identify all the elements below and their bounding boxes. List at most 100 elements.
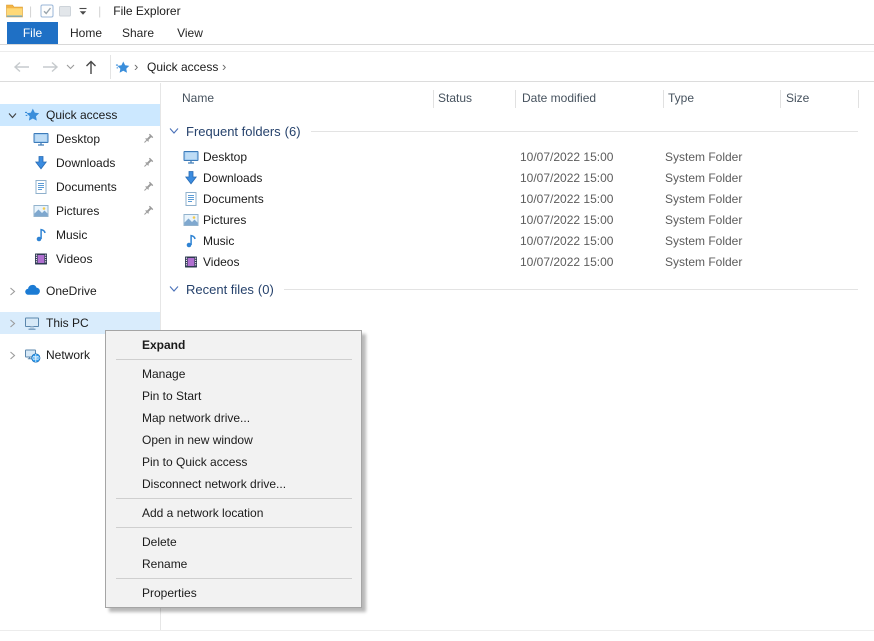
- sidebar-item-label: Pictures: [56, 204, 99, 218]
- forward-arrow-icon[interactable]: [38, 52, 62, 82]
- up-arrow-icon[interactable]: [80, 52, 102, 82]
- pin-icon: [142, 181, 154, 193]
- file-row-documents[interactable]: Documents 10/07/2022 15:00 System Folder: [161, 189, 874, 210]
- back-arrow-icon[interactable]: [10, 52, 34, 82]
- file-name: Music: [203, 231, 234, 252]
- chevron-down-icon[interactable]: [8, 111, 18, 120]
- column-header-name[interactable]: Name: [182, 83, 214, 114]
- column-header-status[interactable]: Status: [438, 83, 472, 114]
- group-header-rule: [284, 289, 858, 290]
- column-header-date-modified[interactable]: Date modified: [522, 83, 596, 114]
- group-header-recent-files[interactable]: Recent files (0): [161, 280, 874, 298]
- menu-item-pin-to-quick-access[interactable]: Pin to Quick access: [106, 451, 361, 473]
- sidebar-item-videos[interactable]: Videos: [0, 248, 160, 270]
- videos-icon: [183, 254, 199, 270]
- sidebar-item-documents[interactable]: Documents: [0, 176, 160, 198]
- menu-separator: [116, 527, 352, 528]
- column-divider[interactable]: [663, 90, 664, 108]
- file-row-pictures[interactable]: Pictures 10/07/2022 15:00 System Folder: [161, 210, 874, 231]
- menu-separator: [116, 578, 352, 579]
- chevron-down-icon[interactable]: [169, 127, 179, 135]
- file-type: System Folder: [665, 231, 742, 252]
- file-name: Videos: [203, 252, 239, 273]
- column-divider[interactable]: [858, 90, 859, 108]
- file-name: Downloads: [203, 168, 262, 189]
- sidebar-item-desktop[interactable]: Desktop: [0, 128, 160, 150]
- recent-locations-chevron-icon[interactable]: [62, 52, 78, 82]
- pin-icon: [142, 133, 154, 145]
- sidebar-item-pictures[interactable]: Pictures: [0, 200, 160, 222]
- file-date-modified: 10/07/2022 15:00: [520, 252, 613, 273]
- menu-item-pin-to-start[interactable]: Pin to Start: [106, 385, 361, 407]
- group-header-label: Recent files: [186, 282, 254, 297]
- menu-separator: [116, 359, 352, 360]
- properties-check-icon[interactable]: [38, 2, 56, 20]
- file-row-desktop[interactable]: Desktop 10/07/2022 15:00 System Folder: [161, 147, 874, 168]
- column-divider[interactable]: [780, 90, 781, 108]
- sidebar-item-label: This PC: [46, 316, 89, 330]
- downloads-icon: [33, 155, 49, 171]
- menu-item-delete[interactable]: Delete: [106, 531, 361, 553]
- sidebar-item-label: Quick access: [46, 108, 117, 122]
- music-icon: [183, 233, 199, 249]
- file-date-modified: 10/07/2022 15:00: [520, 168, 613, 189]
- menu-item-open-in-new-window[interactable]: Open in new window: [106, 429, 361, 451]
- breadcrumb-chevron-icon[interactable]: ›: [222, 52, 226, 82]
- chevron-right-icon[interactable]: [8, 351, 18, 360]
- tab-view[interactable]: View: [166, 22, 214, 44]
- chevron-right-icon[interactable]: [8, 287, 18, 296]
- file-row-music[interactable]: Music 10/07/2022 15:00 System Folder: [161, 231, 874, 252]
- group-header-rule: [311, 131, 858, 132]
- pin-icon: [142, 157, 154, 169]
- chevron-right-icon[interactable]: [8, 319, 18, 328]
- downloads-icon: [183, 170, 199, 186]
- file-date-modified: 10/07/2022 15:00: [520, 147, 613, 168]
- menu-item-rename[interactable]: Rename: [106, 553, 361, 575]
- music-icon: [33, 227, 49, 243]
- videos-icon: [33, 251, 49, 267]
- column-divider[interactable]: [515, 90, 516, 108]
- qat-customize-dropdown-icon[interactable]: [74, 2, 92, 20]
- file-name: Documents: [203, 189, 264, 210]
- sidebar-item-label: Desktop: [56, 132, 100, 146]
- file-name: Desktop: [203, 147, 247, 168]
- file-type: System Folder: [665, 189, 742, 210]
- file-row-videos[interactable]: Videos 10/07/2022 15:00 System Folder: [161, 252, 874, 273]
- menu-item-manage[interactable]: Manage: [106, 363, 361, 385]
- column-header-size[interactable]: Size: [786, 83, 809, 114]
- sidebar-item-music[interactable]: Music: [0, 224, 160, 246]
- file-type: System Folder: [665, 252, 742, 273]
- menu-item-properties[interactable]: Properties: [106, 582, 361, 604]
- menu-item-add-network-location[interactable]: Add a network location: [106, 502, 361, 524]
- chevron-down-icon[interactable]: [169, 285, 179, 293]
- sidebar-item-downloads[interactable]: Downloads: [0, 152, 160, 174]
- sidebar-item-label: Videos: [56, 252, 92, 266]
- column-divider[interactable]: [433, 90, 434, 108]
- tab-home[interactable]: Home: [62, 22, 110, 44]
- documents-icon: [183, 191, 199, 207]
- sidebar-item-onedrive[interactable]: OneDrive: [0, 280, 160, 302]
- menu-item-expand[interactable]: Expand: [106, 334, 361, 356]
- network-icon: [24, 347, 41, 363]
- separator: |: [98, 4, 101, 18]
- menu-item-map-network-drive[interactable]: Map network drive...: [106, 407, 361, 429]
- menu-item-disconnect-network-drive[interactable]: Disconnect network drive...: [106, 473, 361, 495]
- tab-file[interactable]: File: [7, 22, 58, 44]
- file-row-downloads[interactable]: Downloads 10/07/2022 15:00 System Folder: [161, 168, 874, 189]
- group-header-frequent-folders[interactable]: Frequent folders (6): [161, 122, 874, 140]
- statusbar-top-border: [0, 630, 874, 631]
- sidebar-item-quick-access[interactable]: Quick access: [0, 104, 160, 126]
- breadcrumb-chevron-icon[interactable]: ›: [134, 52, 138, 82]
- quick-access-star-icon: [24, 107, 40, 123]
- tab-share[interactable]: Share: [114, 22, 162, 44]
- quick-access-star-icon[interactable]: [115, 60, 130, 75]
- column-header-type[interactable]: Type: [668, 83, 694, 114]
- breadcrumb-quick-access[interactable]: Quick access: [147, 52, 218, 82]
- group-header-count: (0): [258, 282, 274, 297]
- sidebar-item-label: OneDrive: [46, 284, 97, 298]
- file-explorer-folder-icon: [6, 3, 23, 19]
- file-date-modified: 10/07/2022 15:00: [520, 189, 613, 210]
- desktop-icon: [183, 149, 199, 165]
- context-menu: Expand Manage Pin to Start Map network d…: [105, 330, 362, 608]
- pictures-icon: [33, 203, 49, 219]
